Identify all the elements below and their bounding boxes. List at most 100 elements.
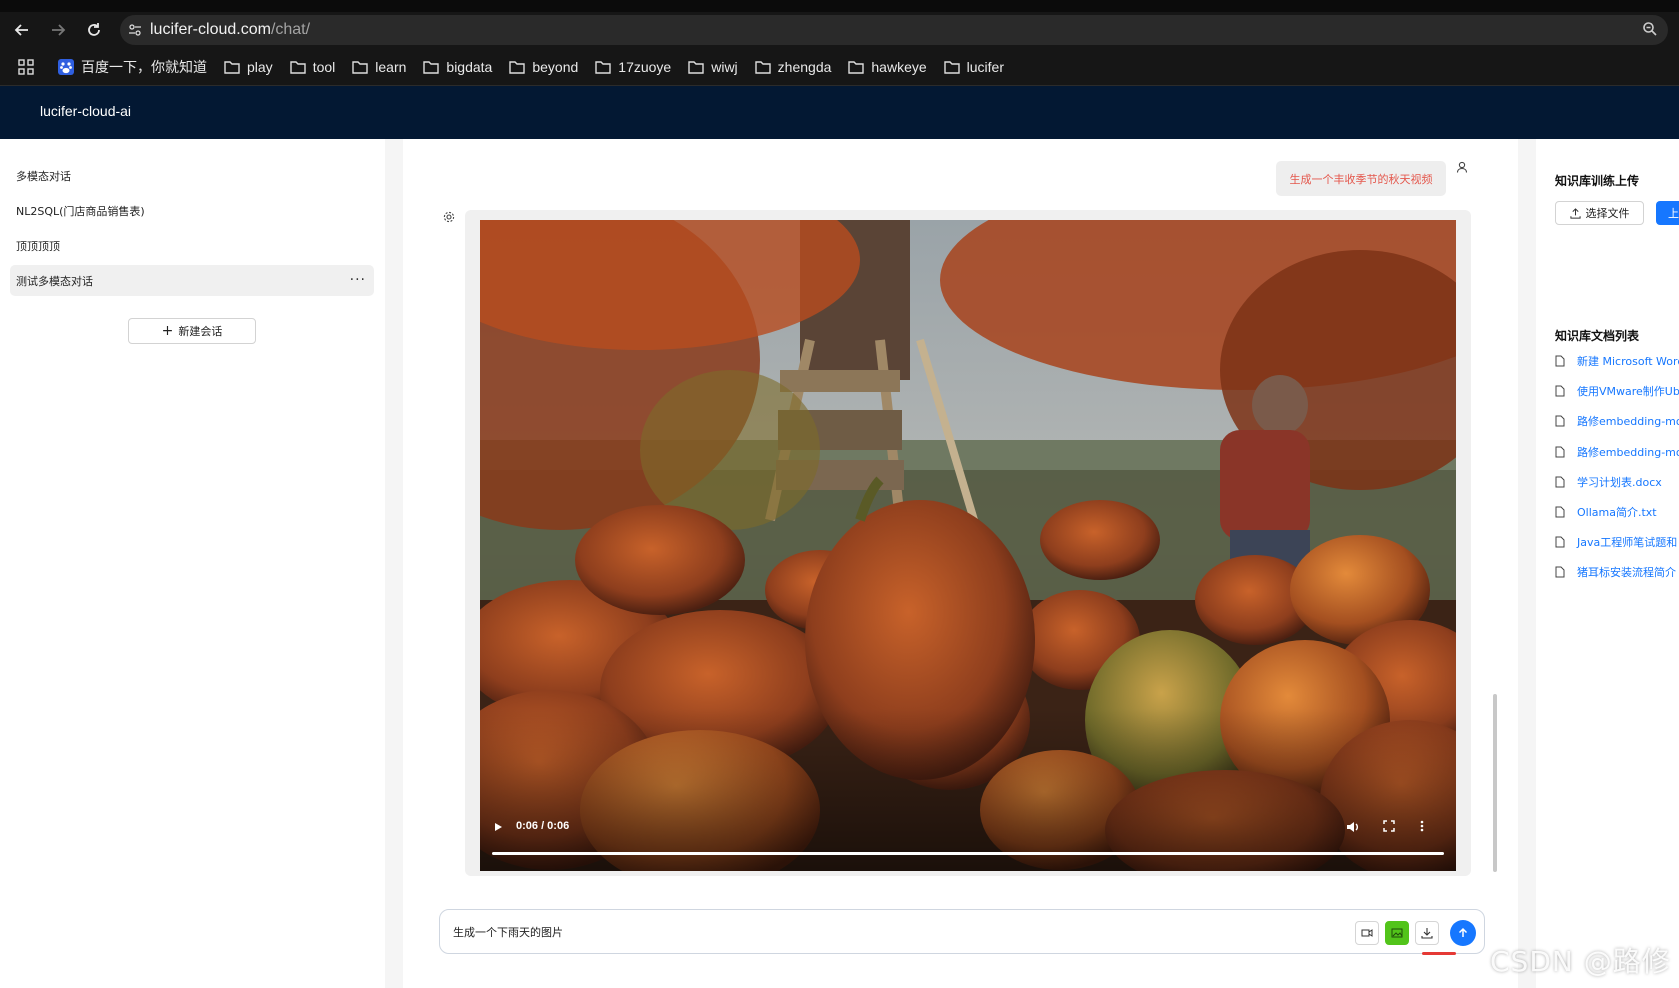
session-item-test-multimodal[interactable]: 测试多模态对话 ··· (10, 265, 374, 296)
url-path: /chat/ (270, 21, 311, 38)
video-player[interactable]: 0:06 / 0:06 (480, 220, 1456, 871)
bookmark-label: zhengda (777, 58, 832, 75)
forward-button[interactable] (40, 12, 76, 48)
doc-item[interactable]: 猪耳标安装流程简介 (1555, 564, 1676, 580)
file-icon (1555, 566, 1565, 578)
play-button[interactable] (492, 821, 504, 836)
session-item-nl2sql[interactable]: NL2SQL(门店商品销售表) (10, 195, 374, 226)
app-header: lucifer-cloud-ai (0, 86, 1679, 139)
bookmark-wiwj[interactable]: wiwj (688, 53, 738, 81)
bookmark-label: play (247, 58, 273, 75)
doc-name: Ollama简介.txt (1577, 506, 1657, 519)
download-tray-icon (1421, 928, 1433, 939)
bookmark-label: bigdata (446, 58, 493, 75)
doc-name: 学习计划表.docx (1577, 476, 1662, 489)
session-item-multimodal[interactable]: 多模态对话 (10, 160, 374, 191)
select-file-label: 选择文件 (1585, 207, 1630, 220)
bookmark-label: learn (375, 58, 407, 75)
back-button[interactable] (4, 12, 40, 48)
url-text[interactable]: lucifer-cloud.com/chat/ (150, 21, 310, 39)
bookmark-lucifer[interactable]: lucifer (943, 53, 1005, 81)
upload-button[interactable]: 上 (1656, 201, 1679, 225)
doc-name: 路修embedding-mo (1577, 446, 1679, 459)
highlight-underline (1422, 952, 1456, 955)
video-progress-bar[interactable] (492, 852, 1444, 855)
new-chat-label: 新建会话 (178, 325, 223, 338)
arrow-left-icon (14, 24, 28, 36)
session-label: 顶顶顶顶 (16, 239, 60, 253)
folder-icon (754, 60, 771, 74)
file-icon (1555, 506, 1565, 518)
chat-panel: 生成一个丰收季节的秋天视频 0:06 / 0:06 生成一个下雨天的图片 (403, 139, 1518, 988)
file-icon (1555, 355, 1565, 367)
new-chat-button[interactable]: + 新建会话 (128, 318, 256, 344)
upload-file-button[interactable] (1415, 921, 1439, 945)
session-sidebar: 多模态对话 NL2SQL(门店商品销售表) 顶顶顶顶 测试多模态对话 ··· +… (0, 139, 385, 988)
chat-input-text[interactable]: 生成一个下雨天的图片 (453, 924, 563, 940)
select-file-button[interactable]: 选择文件 (1555, 201, 1644, 225)
folder-icon (848, 60, 865, 74)
bookmark-bigdata[interactable]: bigdata (423, 53, 492, 81)
bookmark-tool[interactable]: tool (289, 53, 335, 81)
bookmark-label: lucifer (966, 58, 1005, 75)
chat-scrollbar[interactable] (1493, 694, 1497, 872)
browser-toolbar: lucifer-cloud.com/chat/ (0, 12, 1679, 48)
session-item-dingding[interactable]: 顶顶顶顶 (10, 230, 374, 261)
site-info-icon[interactable] (120, 15, 150, 45)
file-icon (1555, 385, 1565, 397)
image-mode-button[interactable] (1385, 921, 1409, 945)
folder-icon (509, 60, 526, 74)
fullscreen-button[interactable] (1383, 820, 1395, 835)
folder-icon (943, 60, 960, 74)
video-mode-button[interactable] (1355, 921, 1379, 945)
reload-button[interactable] (76, 12, 112, 48)
video-camera-icon (1361, 929, 1373, 937)
doc-item[interactable]: 学习计划表.docx (1555, 474, 1662, 490)
fullscreen-icon (1383, 820, 1395, 832)
doc-item[interactable]: 新建 Microsoft Word (1555, 353, 1679, 369)
bookmark-17zuoye[interactable]: 17zuoye (595, 53, 671, 81)
video-time: 0:06 / 0:06 (516, 820, 570, 832)
app-title: lucifer-cloud-ai (40, 103, 132, 119)
bookmark-play[interactable]: play (224, 53, 273, 81)
bookmark-baidu[interactable]: 百度一下，你就知道 (58, 53, 207, 81)
upload-section-title: 知识库训练上传 (1555, 174, 1640, 188)
doc-item[interactable]: Ollama简介.txt (1555, 504, 1657, 520)
bookmark-label: 17zuoye (618, 58, 672, 75)
upload-button-label: 上 (1668, 207, 1679, 220)
folder-icon (595, 60, 611, 74)
doc-name: 新建 Microsoft Word (1577, 355, 1679, 368)
apps-icon[interactable] (18, 58, 34, 75)
more-options-icon[interactable]: ··· (350, 272, 366, 288)
chat-input-box[interactable]: 生成一个下雨天的图片 (439, 909, 1485, 955)
bookmark-hawkeye[interactable]: hawkeye (848, 53, 927, 81)
doc-item[interactable]: Java工程师笔试题和 (1555, 534, 1677, 550)
doc-name: 路修embedding-mo (1577, 415, 1679, 428)
doc-list-title: 知识库文档列表 (1555, 329, 1640, 343)
video-more-button[interactable] (1420, 820, 1424, 835)
user-message-bubble: 生成一个丰收季节的秋天视频 (1276, 161, 1446, 196)
zoom-icon[interactable] (1642, 21, 1658, 41)
doc-name: Java工程师笔试题和 (1577, 536, 1678, 549)
file-icon (1555, 415, 1565, 427)
knowledge-base-panel: 知识库训练上传 选择文件 上 知识库文档列表 新建 Microsoft Word… (1536, 139, 1679, 988)
upload-icon (1569, 207, 1581, 219)
address-bar[interactable]: lucifer-cloud.com/chat/ (120, 15, 1668, 45)
bookmark-beyond[interactable]: beyond (509, 53, 578, 81)
baidu-icon (58, 58, 74, 75)
window-top-strip (0, 0, 1679, 12)
bookmarks-bar: 百度一下，你就知道 play tool learn bigdata beyond… (0, 48, 1679, 86)
folder-icon (423, 60, 440, 74)
send-button[interactable] (1450, 920, 1476, 946)
bookmark-zhengda[interactable]: zhengda (754, 53, 832, 81)
doc-item[interactable]: 使用VMware制作Ub (1555, 383, 1679, 399)
bookmark-learn[interactable]: learn (352, 53, 406, 81)
volume-button[interactable] (1346, 820, 1360, 837)
doc-item[interactable]: 路修embedding-mo (1555, 444, 1679, 460)
arrow-up-icon (1458, 927, 1468, 937)
bookmark-label: hawkeye (871, 58, 927, 75)
doc-item[interactable]: 路修embedding-mo (1555, 413, 1679, 429)
session-label: 多模态对话 (16, 169, 71, 183)
folder-icon (224, 60, 240, 74)
video-controls: 0:06 / 0:06 (480, 808, 1456, 871)
